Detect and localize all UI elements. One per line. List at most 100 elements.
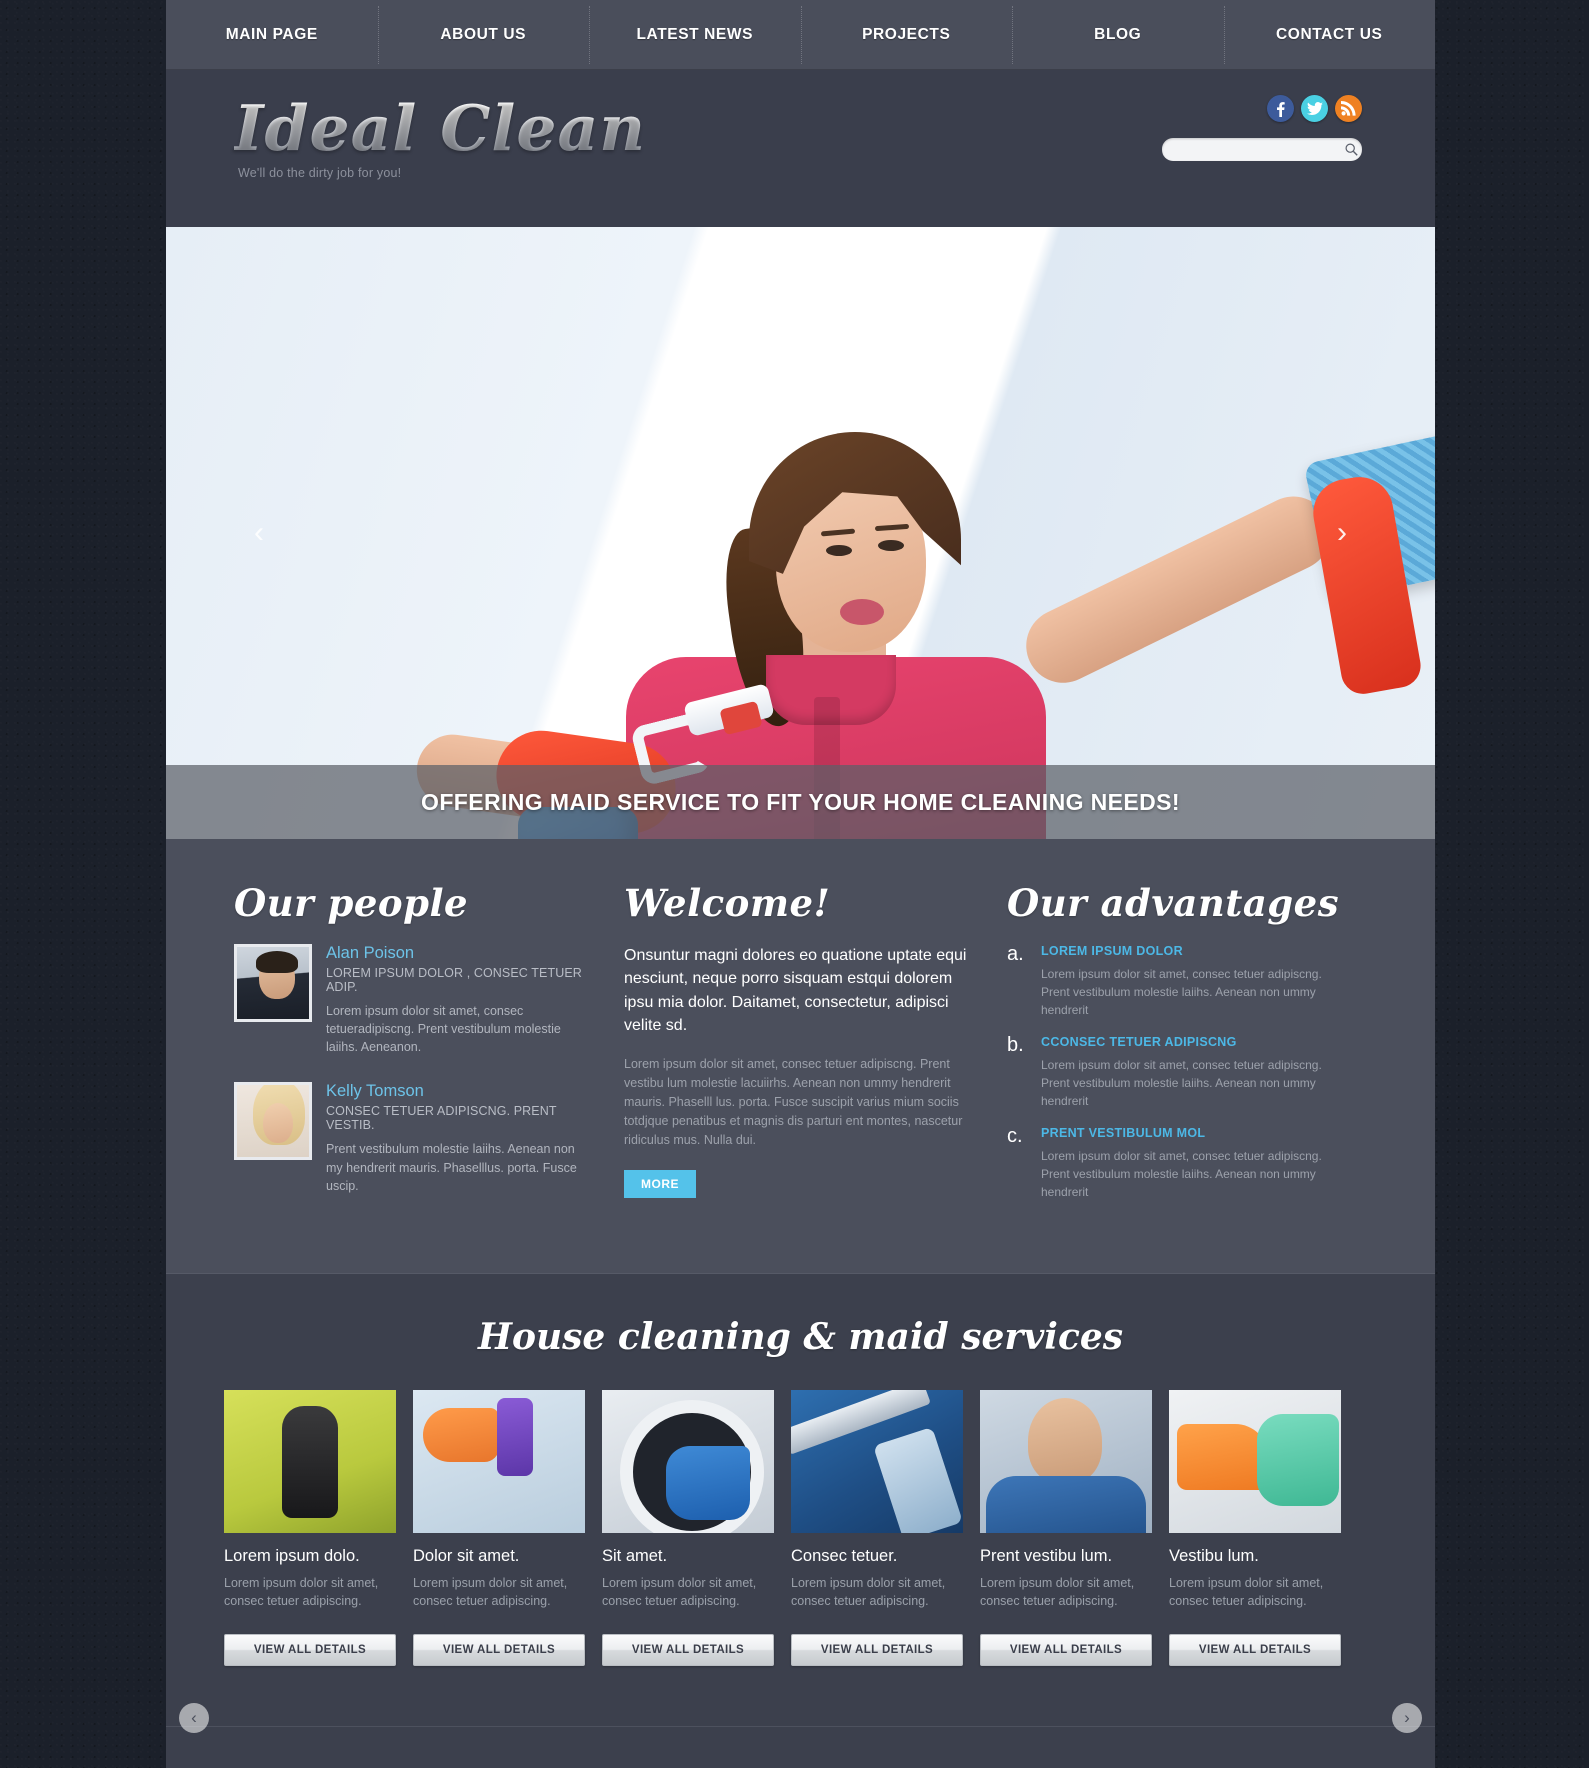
services-next-arrow[interactable]: › <box>1392 1702 1422 1733</box>
service-text: Lorem ipsum dolor sit amet, consec tetue… <box>602 1575 757 1608</box>
service-image-wiping-cloth[interactable] <box>1169 1389 1341 1533</box>
search-box[interactable] <box>1162 138 1362 161</box>
view-all-details-button[interactable]: VIEW ALL DETAILS <box>1169 1633 1341 1666</box>
service-title: Lorem ipsum dolo. <box>224 1546 360 1565</box>
view-all-details-button[interactable]: VIEW ALL DETAILS <box>602 1633 774 1666</box>
service-text: Lorem ipsum dolor sit amet, consec tetue… <box>1169 1575 1324 1608</box>
service-image-vacuum[interactable] <box>224 1389 396 1533</box>
view-all-details-button[interactable]: VIEW ALL DETAILS <box>224 1633 396 1666</box>
person-name[interactable]: Alan Poison <box>326 944 586 963</box>
advantage-item: a. LOREM IPSUM DOLOR Lorem ipsum dolor s… <box>1007 944 1347 1019</box>
welcome-body-text: Lorem ipsum dolor sit amet, consec tetue… <box>624 1057 963 1148</box>
page-root: MAIN PAGE ABOUT US LATEST NEWS PROJECTS … <box>0 0 1589 1768</box>
search-input[interactable] <box>1162 143 1340 156</box>
advantage-title[interactable]: CCONSEC TETUER ADIPISCNG <box>1041 1035 1347 1049</box>
service-image-spray-bottle[interactable] <box>413 1389 585 1533</box>
service-text: Lorem ipsum dolor sit amet, consec tetue… <box>413 1575 568 1608</box>
hero-photo-cleaning-woman <box>166 227 1435 839</box>
nav-label: PROJECTS <box>862 26 951 43</box>
hero-caption-bar: OFFERING MAID SERVICE TO FIT YOUR HOME C… <box>166 765 1435 839</box>
nav-item-about-us[interactable]: ABOUT US <box>377 0 590 70</box>
nav-label: MAIN PAGE <box>225 26 318 43</box>
twitter-icon[interactable] <box>1301 95 1328 122</box>
advantage-letter: a. <box>1007 943 1024 965</box>
advantage-text: Lorem ipsum dolor sit amet, consec tetue… <box>1041 1058 1322 1108</box>
advantage-title[interactable]: LOREM IPSUM DOLOR <box>1041 944 1347 958</box>
facebook-icon[interactable] <box>1267 95 1294 122</box>
advantage-text: Lorem ipsum dolor sit amet, consec tetue… <box>1041 967 1322 1017</box>
nav-label: ABOUT US <box>440 26 527 43</box>
service-card: Sit amet. Lorem ipsum dolor sit amet, co… <box>602 1389 774 1666</box>
person-role: CONSEC TETUER ADIPISCNG. PRENT VESTIB. <box>326 1104 557 1133</box>
avatar <box>234 944 312 1022</box>
view-all-details-button[interactable]: VIEW ALL DETAILS <box>980 1633 1152 1666</box>
person-card: Kelly Tomson CONSEC TETUER ADIPISCNG. PR… <box>234 1082 586 1194</box>
services-heading: House cleaning & maid services <box>477 1315 1124 1358</box>
service-text: Lorem ipsum dolor sit amet, consec tetue… <box>791 1575 946 1608</box>
search-icon[interactable] <box>1340 143 1362 156</box>
rss-icon[interactable] <box>1335 95 1362 122</box>
view-all-details-button[interactable]: VIEW ALL DETAILS <box>791 1633 963 1666</box>
person-description: Lorem ipsum dolor sit amet, consec tetue… <box>326 1004 561 1055</box>
site-header: Ideal Clean We'll do the dirty job for y… <box>166 70 1435 227</box>
service-title: Vestibu lum. <box>1169 1546 1259 1565</box>
service-card: Prent vestibu lum. Lorem ipsum dolor sit… <box>980 1389 1152 1666</box>
nav-label: LATEST NEWS <box>636 26 754 43</box>
service-image-washing-machine[interactable] <box>602 1389 774 1533</box>
site-footer: 2013 © Privacy Policy Main Page | About … <box>166 1725 1435 1768</box>
avatar <box>234 1082 312 1161</box>
service-title: Sit amet. <box>602 1546 668 1565</box>
person-name[interactable]: Kelly Tomson <box>326 1082 586 1101</box>
service-text: Lorem ipsum dolor sit amet, consec tetue… <box>980 1575 1135 1608</box>
site-logo: Ideal Clean <box>234 91 647 165</box>
advantage-text: Lorem ipsum dolor sit amet, consec tetue… <box>1041 1149 1322 1199</box>
advantage-letter: c. <box>1007 1125 1023 1147</box>
service-title: Prent vestibu lum. <box>980 1546 1113 1565</box>
person-description: Prent vestibulum molestie laiihs. Aenean… <box>326 1142 577 1193</box>
nav-label: CONTACT US <box>1276 26 1383 43</box>
advantage-item: b. CCONSEC TETUER ADIPISCNG Lorem ipsum … <box>1007 1035 1347 1110</box>
our-people-section: Our people Alan Poison LOREM IPSUM DOLOR… <box>234 885 586 1221</box>
logo-block[interactable]: Ideal Clean We'll do the dirty job for y… <box>234 91 647 181</box>
hero-prev-arrow[interactable]: ‹ <box>254 518 264 548</box>
nav-item-latest-news[interactable]: LATEST NEWS <box>589 0 801 70</box>
our-advantages-heading: Our advantages <box>1007 881 1340 925</box>
nav-item-projects[interactable]: PROJECTS <box>800 0 1013 70</box>
nav-item-contact-us[interactable]: CONTACT US <box>1223 0 1436 70</box>
more-button[interactable]: MORE <box>624 1170 696 1199</box>
person-card: Alan Poison LOREM IPSUM DOLOR , CONSEC T… <box>234 944 586 1056</box>
our-people-heading: Our people <box>234 881 469 925</box>
service-card: Dolor sit amet. Lorem ipsum dolor sit am… <box>413 1389 585 1666</box>
welcome-heading: Welcome! <box>624 881 831 925</box>
services-prev-arrow[interactable]: ‹ <box>179 1702 209 1733</box>
nav-item-main-page[interactable]: MAIN PAGE <box>166 0 378 70</box>
site-tagline: We'll do the dirty job for you! <box>238 166 402 180</box>
service-image-worker[interactable] <box>980 1389 1152 1533</box>
services-card-list: Lorem ipsum dolo. Lorem ipsum dolor sit … <box>166 1389 1435 1666</box>
service-title: Dolor sit amet. <box>413 1546 520 1565</box>
nav-item-blog[interactable]: BLOG <box>1012 0 1224 70</box>
service-card: Consec tetuer. Lorem ipsum dolor sit ame… <box>791 1389 963 1666</box>
welcome-section: Welcome! Onsuntur magni dolores eo quati… <box>624 885 969 1221</box>
service-title: Consec tetuer. <box>791 1546 898 1565</box>
view-all-details-button[interactable]: VIEW ALL DETAILS <box>413 1633 585 1666</box>
hero-slider: ‹ › OFFERING MAID SERVICE TO FIT YOUR HO… <box>166 227 1435 839</box>
advantage-item: c. PRENT VESTIBULUM MOL Lorem ipsum dolo… <box>1007 1126 1347 1201</box>
hero-caption-text: OFFERING MAID SERVICE TO FIT YOUR HOME C… <box>421 788 1180 815</box>
service-text: Lorem ipsum dolor sit amet, consec tetue… <box>224 1575 379 1608</box>
service-image-window-squeegee[interactable] <box>791 1389 963 1533</box>
advantage-title[interactable]: PRENT VESTIBULUM MOL <box>1041 1126 1347 1140</box>
site-shell: MAIN PAGE ABOUT US LATEST NEWS PROJECTS … <box>166 0 1435 1768</box>
nav-label: BLOG <box>1094 26 1142 43</box>
service-card: Lorem ipsum dolo. Lorem ipsum dolor sit … <box>224 1389 396 1666</box>
services-section: House cleaning & maid services ‹ › Lorem… <box>166 1272 1435 1733</box>
advantage-letter: b. <box>1007 1034 1024 1056</box>
hero-next-arrow[interactable]: › <box>1337 518 1347 548</box>
main-content: Our people Alan Poison LOREM IPSUM DOLOR… <box>166 839 1435 1273</box>
our-advantages-section: Our advantages a. LOREM IPSUM DOLOR Lore… <box>1007 885 1347 1221</box>
welcome-lead-text: Onsuntur magni dolores eo quatione uptat… <box>624 947 967 1035</box>
main-navigation: MAIN PAGE ABOUT US LATEST NEWS PROJECTS … <box>166 0 1435 70</box>
person-role: LOREM IPSUM DOLOR , CONSEC TETUER ADIP. <box>326 966 582 994</box>
social-links <box>1267 95 1362 122</box>
service-card: Vestibu lum. Lorem ipsum dolor sit amet,… <box>1169 1389 1341 1666</box>
